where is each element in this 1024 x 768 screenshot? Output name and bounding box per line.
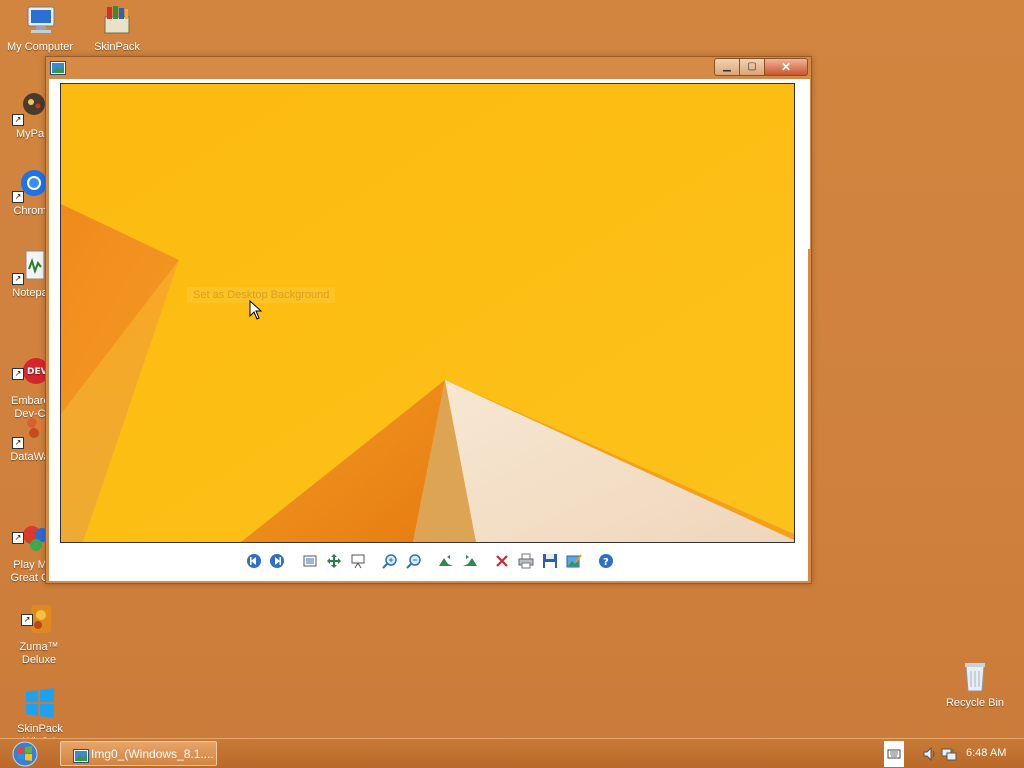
zoom-out-icon[interactable] <box>406 553 422 569</box>
network-icon[interactable] <box>941 746 957 762</box>
shortcut-arrow-icon: ↗ <box>12 532 24 544</box>
edit-icon[interactable] <box>566 553 582 569</box>
delete-icon[interactable] <box>494 553 510 569</box>
desktop-icon-my-computer[interactable]: My Computer <box>0 3 80 54</box>
window-edge-highlight <box>808 79 810 249</box>
speaker-icon[interactable] <box>922 746 938 762</box>
title-bar[interactable]: ▁ ▢ ✕ <box>46 57 811 79</box>
image-display[interactable]: Set as Desktop Background <box>60 83 795 543</box>
image-viewer-icon <box>73 747 89 763</box>
desktop-icon-label: SkinPack <box>94 41 140 53</box>
taskbar-item-image-viewer[interactable]: Img0_(Windows_8.1.... <box>60 741 217 766</box>
taskbar: Img0_(Windows_8.1.... 6:48 AM <box>0 738 1024 768</box>
viewer-toolbar: ? <box>49 549 808 573</box>
start-button[interactable] <box>8 741 42 767</box>
desktop-icon-label: Chrom <box>13 205 47 217</box>
devcpp-icon: DEV ↗ <box>12 344 49 384</box>
image-viewer-icon <box>50 61 66 75</box>
shortcut-arrow-icon: ↗ <box>21 614 33 626</box>
minimize-icon: ▁ <box>723 61 731 72</box>
recycle-bin-icon <box>957 659 993 695</box>
minimize-button[interactable]: ▁ <box>714 58 740 76</box>
shortcut-arrow-icon: ↗ <box>12 437 24 449</box>
notepad-icon: ↗ <box>12 249 48 285</box>
mouse-cursor-icon <box>249 299 263 325</box>
taskbar-clock[interactable]: 6:48 AM <box>966 747 1006 759</box>
datawatch-icon: ↗ <box>12 413 48 449</box>
desktop-icon-label: Notepa <box>12 287 48 299</box>
windows-logo-icon <box>22 672 58 718</box>
image-viewer-window[interactable]: ▁ ▢ ✕ Set as Desktop Background ? <box>45 56 812 584</box>
zuma-icon: ↗ <box>21 590 57 633</box>
fit-window-icon[interactable] <box>302 553 318 569</box>
desktop-icon-recycle-bin[interactable]: Recycle Bin <box>935 659 1015 710</box>
save-icon[interactable] <box>542 553 558 569</box>
maximize-icon: ▢ <box>747 61 757 72</box>
close-icon: ✕ <box>780 60 792 74</box>
slideshow-icon[interactable] <box>350 553 366 569</box>
print-icon[interactable] <box>518 553 534 569</box>
rotate-counterclockwise-icon[interactable] <box>462 553 478 569</box>
desktop-icon-skinpack[interactable]: SkinPack <box>77 3 157 54</box>
desktop-icon-label: My Computer <box>6 41 74 53</box>
wallpaper-image <box>61 84 794 542</box>
desktop-icon-zuma[interactable]: ↗ Zuma™ Deluxe <box>0 577 79 667</box>
next-icon[interactable] <box>269 553 285 569</box>
chrome-icon: ↗ <box>12 167 48 203</box>
previous-icon[interactable] <box>246 553 262 569</box>
zoom-in-icon[interactable] <box>382 553 398 569</box>
shortcut-arrow-icon: ↗ <box>12 191 24 203</box>
close-button[interactable]: ✕ <box>764 58 808 76</box>
taskbar-item-label: Img0_(Windows_8.1.... <box>91 747 214 761</box>
shortcut-arrow-icon: ↗ <box>12 114 24 126</box>
svg-text:?: ? <box>603 557 609 568</box>
help-icon[interactable]: ? <box>598 553 614 569</box>
maximize-button[interactable]: ▢ <box>739 58 765 76</box>
skinpack-box-icon <box>99 3 135 39</box>
mypaint-icon: ↗ <box>12 90 48 126</box>
desktop-icon-label: Recycle Bin <box>945 697 1005 709</box>
rotate-clockwise-icon[interactable] <box>438 553 454 569</box>
desktop-icon-label: DataWa <box>10 451 50 463</box>
start-orb-icon <box>8 741 42 768</box>
keyboard-icon <box>884 749 904 768</box>
desktop-icon-skinpack-win81[interactable]: SkinPack Win8.1 <box>0 659 80 749</box>
games-icon: ↗ <box>12 508 49 551</box>
keyboard-button[interactable] <box>884 741 904 767</box>
actual-size-icon[interactable] <box>326 553 342 569</box>
desktop-icon-label: MyPa <box>15 128 45 140</box>
viewer-client-area: Set as Desktop Background ? <box>49 79 808 581</box>
computer-icon <box>22 3 58 39</box>
shortcut-arrow-icon: ↗ <box>12 273 24 285</box>
shortcut-arrow-icon: ↗ <box>12 368 24 380</box>
